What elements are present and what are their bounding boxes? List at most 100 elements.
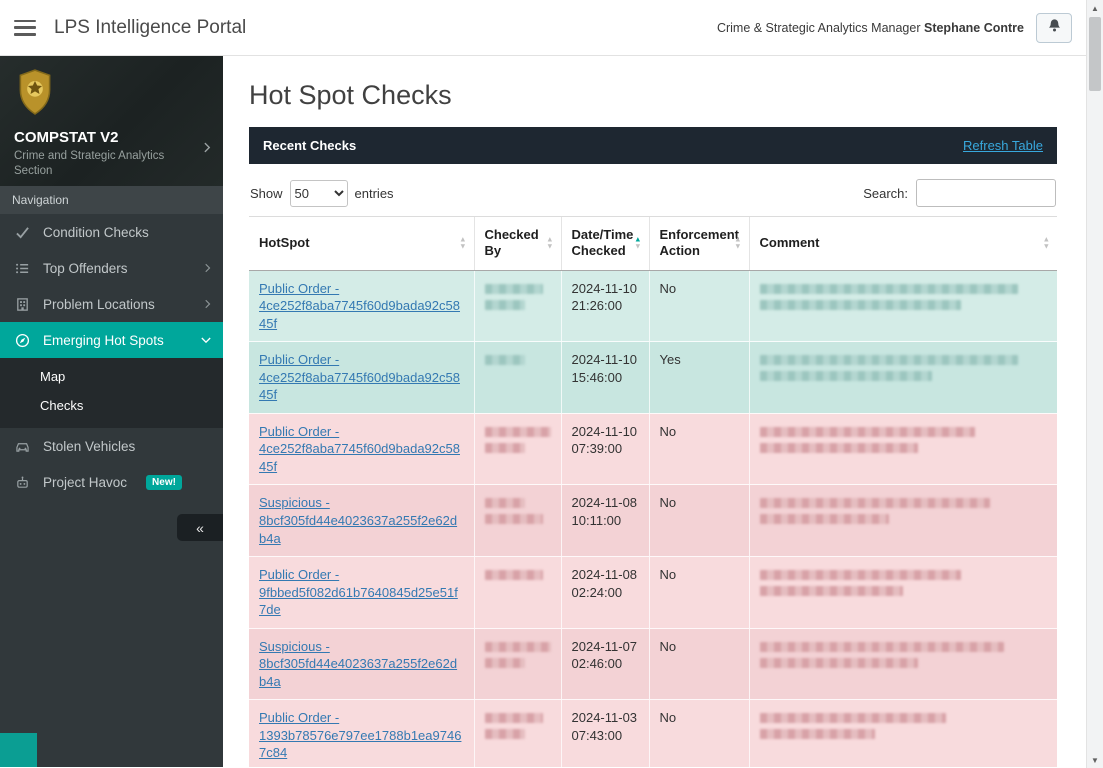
hotspot-cell: Suspicious - 8bcf305fd44e4023637a255f2e6…: [249, 628, 474, 700]
checked-by-cell: [474, 628, 561, 700]
check-icon: [12, 226, 32, 239]
hotspot-cell: Suspicious - 8bcf305fd44e4023637a255f2e6…: [249, 485, 474, 557]
redacted-comment: [760, 514, 889, 524]
chevron-down-icon: [201, 337, 211, 344]
enforcement-cell: No: [649, 270, 749, 342]
sidebar-item-top-offenders[interactable]: Top Offenders: [0, 250, 223, 286]
checked-by-cell: [474, 485, 561, 557]
enforcement-cell: No: [649, 413, 749, 485]
entries-label: entries: [355, 186, 394, 201]
datetime-cell: 2024-11-10 21:26:00: [561, 270, 649, 342]
top-bar: LPS Intelligence Portal Crime & Strategi…: [0, 0, 1086, 56]
column-header-hotspot[interactable]: HotSpot ▲▼: [249, 217, 474, 271]
redacted-name: [485, 443, 525, 453]
column-header-comment[interactable]: Comment ▲▼: [749, 217, 1057, 271]
sort-icon: ▲▼: [734, 237, 741, 250]
compass-icon: [12, 333, 32, 348]
hotspot-link[interactable]: Suspicious - 8bcf305fd44e4023637a255f2e6…: [259, 495, 457, 545]
checked-by-cell: [474, 413, 561, 485]
sidebar-subitem-checks[interactable]: Checks: [0, 391, 223, 420]
redacted-comment: [760, 355, 1019, 365]
sidebar-item-condition-checks[interactable]: Condition Checks: [0, 214, 223, 250]
sidebar: COMPSTAT V2 Crime and Strategic Analytic…: [0, 56, 223, 767]
datetime-cell: 2024-11-10 07:39:00: [561, 413, 649, 485]
hotspot-link[interactable]: Public Order - 4ce252f8aba7745f60d9bada9…: [259, 281, 460, 331]
table-row: Public Order - 4ce252f8aba7745f60d9bada9…: [249, 270, 1057, 342]
refresh-table-link[interactable]: Refresh Table: [963, 138, 1043, 153]
enforcement-cell: Yes: [649, 342, 749, 414]
panel-title: Recent Checks: [263, 138, 356, 153]
redacted-name: [485, 498, 525, 508]
datetime-cell: 2024-11-08 10:11:00: [561, 485, 649, 557]
table-header-row: HotSpot ▲▼ Checked By ▲▼ Date/Time Check…: [249, 217, 1057, 271]
enforcement-cell: No: [649, 485, 749, 557]
sort-icon: ▲▼: [1043, 237, 1050, 250]
column-header-checked-by[interactable]: Checked By ▲▼: [474, 217, 561, 271]
sort-icon-active: ▲▼: [634, 237, 641, 250]
hotspot-cell: Public Order - 9fbbed5f082d61b7640845d25…: [249, 557, 474, 629]
redacted-name: [485, 570, 543, 580]
redacted-name: [485, 300, 525, 310]
redacted-comment: [760, 300, 961, 310]
table-controls: Show 50 entries Search:: [250, 179, 1056, 207]
redacted-comment: [760, 729, 875, 739]
comment-cell: [749, 413, 1057, 485]
sidebar-item-emerging-hot-spots[interactable]: Emerging Hot Spots: [0, 322, 223, 358]
sidebar-item-project-havoc[interactable]: Project Havoc New!: [0, 464, 223, 500]
redacted-comment: [760, 284, 1019, 294]
page-size-select[interactable]: 50: [290, 180, 348, 207]
column-header-date-time[interactable]: Date/Time Checked ▲▼: [561, 217, 649, 271]
bell-icon: [1047, 18, 1062, 38]
redacted-comment: [760, 498, 990, 508]
robot-icon: [12, 475, 32, 490]
sidebar-item-stolen-vehicles[interactable]: Stolen Vehicles: [0, 428, 223, 464]
brand-block[interactable]: COMPSTAT V2 Crime and Strategic Analytic…: [0, 56, 223, 186]
building-icon: [12, 297, 32, 312]
scrollbar-thumb[interactable]: [1089, 17, 1101, 91]
comment-cell: [749, 628, 1057, 700]
redacted-comment: [760, 586, 904, 596]
hotspot-link[interactable]: Suspicious - 8bcf305fd44e4023637a255f2e6…: [259, 639, 457, 689]
redacted-name: [485, 284, 543, 294]
sidebar-collapse-button[interactable]: «: [177, 514, 223, 541]
comment-cell: [749, 557, 1057, 629]
sidebar-subitem-map[interactable]: Map: [0, 362, 223, 391]
hotspot-link[interactable]: Public Order - 9fbbed5f082d61b7640845d25…: [259, 567, 458, 617]
scroll-down-arrow[interactable]: ▼: [1087, 752, 1103, 768]
hotspot-cell: Public Order - 4ce252f8aba7745f60d9bada9…: [249, 270, 474, 342]
recent-checks-table: HotSpot ▲▼ Checked By ▲▼ Date/Time Check…: [249, 216, 1057, 767]
redacted-name: [485, 642, 551, 652]
new-badge: New!: [146, 475, 182, 490]
datetime-cell: 2024-11-03 07:43:00: [561, 700, 649, 767]
hotspot-link[interactable]: Public Order - 4ce252f8aba7745f60d9bada9…: [259, 352, 460, 402]
hotspot-link[interactable]: Public Order - 1393b78576e797ee1788b1ea9…: [259, 710, 461, 760]
redacted-name: [485, 658, 525, 668]
search-input[interactable]: [916, 179, 1056, 207]
notifications-button[interactable]: [1036, 13, 1072, 43]
user-name: Stephane Contre: [924, 21, 1024, 35]
checked-by-cell: [474, 270, 561, 342]
vertical-scrollbar[interactable]: ▲ ▼: [1086, 0, 1103, 768]
comment-cell: [749, 485, 1057, 557]
hotspot-cell: Public Order - 4ce252f8aba7745f60d9bada9…: [249, 342, 474, 414]
app-name: COMPSTAT V2: [14, 129, 209, 146]
redacted-name: [485, 713, 543, 723]
redacted-comment: [760, 427, 976, 437]
checked-by-cell: [474, 557, 561, 629]
redacted-name: [485, 514, 543, 524]
redacted-comment: [760, 713, 947, 723]
column-header-enforcement-action[interactable]: Enforcement Action ▲▼: [649, 217, 749, 271]
scroll-up-arrow[interactable]: ▲: [1087, 0, 1103, 16]
table-row: Public Order - 9fbbed5f082d61b7640845d25…: [249, 557, 1057, 629]
redacted-comment: [760, 642, 1004, 652]
comment-cell: [749, 270, 1057, 342]
user-role: Crime & Strategic Analytics Manager: [717, 21, 921, 35]
checked-by-cell: [474, 700, 561, 767]
enforcement-cell: No: [649, 628, 749, 700]
page-title: Hot Spot Checks: [249, 80, 1057, 111]
hamburger-menu-icon[interactable]: [14, 20, 36, 36]
datetime-cell: 2024-11-10 15:46:00: [561, 342, 649, 414]
user-info: Crime & Strategic Analytics Manager Step…: [717, 21, 1024, 35]
hotspot-link[interactable]: Public Order - 4ce252f8aba7745f60d9bada9…: [259, 424, 460, 474]
sidebar-item-problem-locations[interactable]: Problem Locations: [0, 286, 223, 322]
